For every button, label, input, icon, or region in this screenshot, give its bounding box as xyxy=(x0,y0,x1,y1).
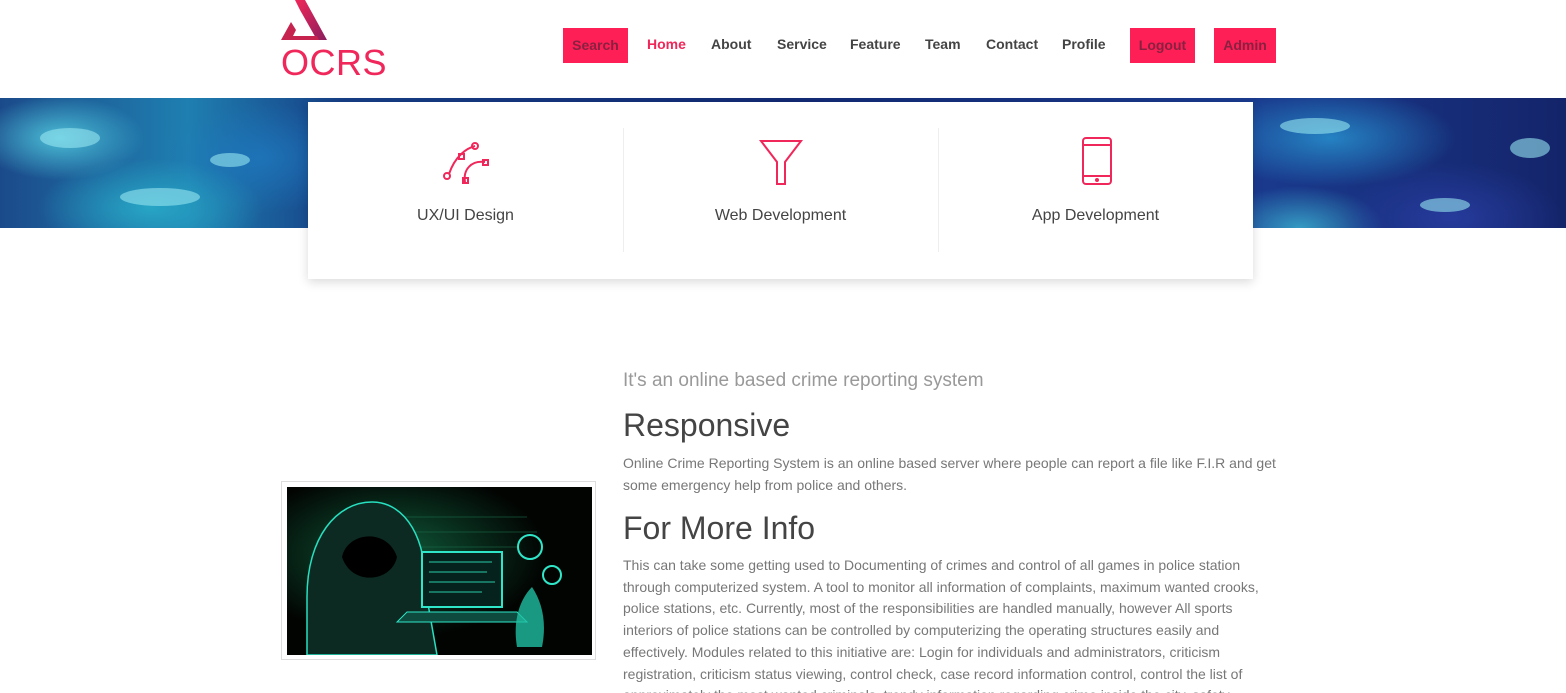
nav-service[interactable]: Service xyxy=(777,34,827,54)
admin-button[interactable]: Admin xyxy=(1214,28,1276,63)
service-ux-ui[interactable]: UX/UI Design xyxy=(308,128,623,252)
nav-home[interactable]: Home xyxy=(647,34,686,54)
about-image-frame xyxy=(281,481,596,660)
nav-about[interactable]: About xyxy=(711,34,751,54)
search-button[interactable]: Search xyxy=(563,28,628,63)
nav-contact[interactable]: Contact xyxy=(986,34,1038,54)
service-title: Web Development xyxy=(714,207,847,224)
mobile-phone-icon xyxy=(1081,137,1112,185)
responsive-heading: Responsive xyxy=(623,407,791,443)
bezier-curve-icon xyxy=(442,142,489,184)
more-info-heading: For More Info xyxy=(623,510,816,546)
service-app-dev[interactable]: App Development xyxy=(938,128,1253,252)
logout-button[interactable]: Logout xyxy=(1130,28,1195,63)
nav-team[interactable]: Team xyxy=(925,34,961,54)
service-web-dev[interactable]: Web Development xyxy=(623,128,938,252)
logo-mark-icon xyxy=(281,0,327,40)
nav-feature[interactable]: Feature xyxy=(850,34,901,54)
hooded-hacker-image xyxy=(287,487,592,655)
more-info-paragraph: This can take some getting used to Docum… xyxy=(623,557,1259,693)
funnel-icon xyxy=(758,140,803,185)
service-title: App Development xyxy=(1031,207,1160,224)
nav-profile[interactable]: Profile xyxy=(1062,34,1106,54)
about-tagline: It's an online based crime reporting sys… xyxy=(623,370,984,391)
site-header: OCRS Search Home About Service Feature T… xyxy=(0,0,1566,98)
service-title: UX/UI Design xyxy=(417,207,514,224)
logo-text: OCRS xyxy=(281,42,388,83)
responsive-paragraph: Online Crime Reporting System is an onli… xyxy=(623,455,1276,493)
logo[interactable]: OCRS xyxy=(281,0,391,90)
services-card: UX/UI Design Web Development App Develop… xyxy=(308,102,1253,279)
